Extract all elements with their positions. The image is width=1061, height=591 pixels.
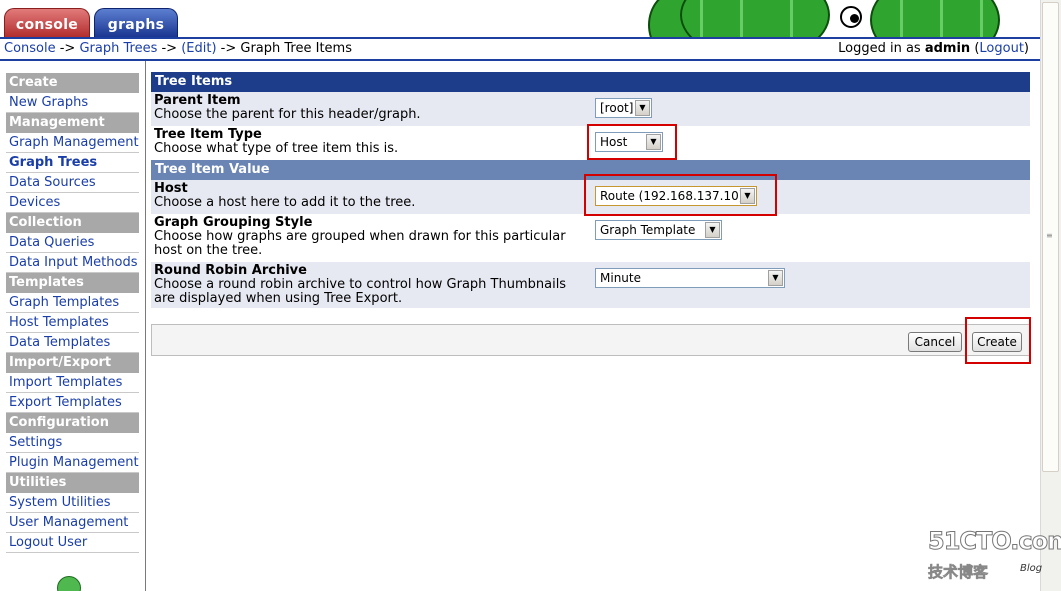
cancel-button[interactable]: Cancel bbox=[908, 332, 962, 352]
sidebar-section-header: Utilities bbox=[6, 473, 139, 493]
breadcrumb-divider bbox=[0, 59, 1040, 61]
form-row-round-robin-archive: Round Robin Archive Choose a round robin… bbox=[151, 262, 1030, 308]
rra-description: Choose a round robin archive to control … bbox=[154, 277, 567, 306]
highlight-box bbox=[965, 317, 1031, 364]
sidebar-menu: Create New Graphs Management Graph Manageme… bbox=[6, 73, 139, 553]
sidebar-section-header: Configuration bbox=[6, 413, 139, 433]
sidebar-item-user-management[interactable]: User Management bbox=[6, 513, 139, 533]
watermark-subtitle: 技术博客 bbox=[928, 563, 989, 582]
parent-item-value: [root] bbox=[600, 101, 634, 115]
login-paren-close: ) bbox=[1023, 41, 1029, 56]
chevron-down-icon[interactable]: ▼ bbox=[768, 270, 783, 286]
form-row-tree-item-type: Tree Item Type Choose what type of tree … bbox=[151, 124, 1030, 160]
sidebar-section-header: Templates bbox=[6, 273, 139, 293]
sidebar: Create New Graphs Management Graph Manageme… bbox=[0, 61, 146, 591]
sidebar-section-header: Create bbox=[6, 73, 139, 93]
watermark-blog-label: Blog bbox=[1020, 563, 1043, 574]
top-header: console graphs bbox=[0, 0, 1040, 39]
chevron-down-icon[interactable]: ▼ bbox=[635, 100, 650, 116]
sidebar-item-system-utilities[interactable]: System Utilities bbox=[6, 493, 139, 513]
logout-link[interactable]: Logout bbox=[979, 41, 1024, 56]
highlight-box bbox=[587, 124, 677, 160]
rra-label: Round Robin Archive bbox=[154, 263, 307, 278]
breadcrumb-separator: -> bbox=[55, 41, 80, 56]
rra-select[interactable]: Minute ▼ bbox=[595, 268, 785, 288]
cactus-small-icon bbox=[57, 576, 81, 591]
sidebar-item-plugin-management[interactable]: Plugin Management bbox=[6, 453, 139, 473]
login-status: Logged in as admin (Logout) bbox=[838, 41, 1029, 56]
sidebar-item-import-templates[interactable]: Import Templates bbox=[6, 373, 139, 393]
sidebar-item-settings[interactable]: Settings bbox=[6, 433, 139, 453]
form-row-graph-grouping: Graph Grouping Style Choose how graphs a… bbox=[151, 214, 1030, 262]
breadcrumb-edit[interactable]: (Edit) bbox=[181, 41, 216, 56]
sidebar-item-data-queries[interactable]: Data Queries bbox=[6, 233, 139, 253]
sidebar-item-graph-templates[interactable]: Graph Templates bbox=[6, 293, 139, 313]
sidebar-item-host-templates[interactable]: Host Templates bbox=[6, 313, 139, 333]
rra-value: Minute bbox=[600, 271, 641, 285]
parent-item-description: Choose the parent for this header/graph. bbox=[154, 107, 421, 122]
breadcrumb-separator: -> bbox=[157, 41, 182, 56]
sidebar-item-logout-user[interactable]: Logout User bbox=[6, 533, 139, 553]
section-header-tree-items: Tree Items bbox=[151, 72, 1030, 92]
tree-item-form: Tree Items Parent Item Choose the parent… bbox=[151, 72, 1030, 308]
highlight-box bbox=[584, 174, 777, 216]
parent-item-label: Parent Item bbox=[154, 93, 241, 108]
sidebar-item-data-templates[interactable]: Data Templates bbox=[6, 333, 139, 353]
sidebar-item-graph-management[interactable]: Graph Management bbox=[6, 133, 139, 153]
tab-graphs[interactable]: graphs bbox=[94, 8, 178, 38]
host-description: Choose a host here to add it to the tree… bbox=[154, 195, 416, 210]
tree-item-type-description: Choose what type of tree item this is. bbox=[154, 141, 399, 156]
grip-icon: ≡ bbox=[1046, 231, 1053, 240]
login-prefix: Logged in as bbox=[838, 41, 925, 56]
graph-grouping-value: Graph Template bbox=[600, 223, 696, 237]
breadcrumb-separator: -> bbox=[216, 41, 241, 56]
sidebar-section-header: Management bbox=[6, 113, 139, 133]
sidebar-item-devices[interactable]: Devices bbox=[6, 193, 139, 213]
breadcrumb-current: Graph Tree Items bbox=[240, 41, 352, 56]
breadcrumb-console[interactable]: Console bbox=[4, 41, 56, 56]
site-watermark: 51CTO.com 技术博客 Blog bbox=[927, 527, 1061, 587]
breadcrumb: Console -> Graph Trees -> (Edit) -> Grap… bbox=[4, 41, 352, 56]
form-row-host: Host Choose a host here to add it to the… bbox=[151, 174, 1030, 216]
sidebar-item-new-graphs[interactable]: New Graphs bbox=[6, 93, 139, 113]
sidebar-item-graph-trees[interactable]: Graph Trees bbox=[6, 153, 139, 173]
parent-item-select[interactable]: [root] ▼ bbox=[595, 98, 652, 118]
cactus-logo bbox=[640, 0, 1036, 37]
tab-console[interactable]: console bbox=[4, 8, 90, 38]
sidebar-item-data-input-methods[interactable]: Data Input Methods bbox=[6, 253, 139, 273]
form-row-parent-item: Parent Item Choose the parent for this h… bbox=[151, 92, 1030, 126]
form-action-bar: Cancel Create bbox=[151, 317, 1031, 364]
graph-grouping-label: Graph Grouping Style bbox=[154, 215, 313, 230]
chevron-down-icon[interactable]: ▼ bbox=[705, 222, 720, 238]
graph-grouping-select[interactable]: Graph Template ▼ bbox=[595, 220, 722, 240]
sidebar-item-export-templates[interactable]: Export Templates bbox=[6, 393, 139, 413]
watermark-logo-text: 51CTO.com bbox=[927, 527, 1061, 556]
login-username: admin bbox=[924, 41, 971, 56]
graph-grouping-description: Choose how graphs are grouped when drawn… bbox=[154, 229, 566, 258]
header-divider bbox=[0, 37, 1040, 39]
sidebar-item-data-sources[interactable]: Data Sources bbox=[6, 173, 139, 193]
breadcrumb-graph-trees[interactable]: Graph Trees bbox=[79, 41, 157, 56]
sidebar-section-header: Collection Methods bbox=[6, 213, 139, 250]
sidebar-section-header: Import/Export bbox=[6, 353, 139, 373]
